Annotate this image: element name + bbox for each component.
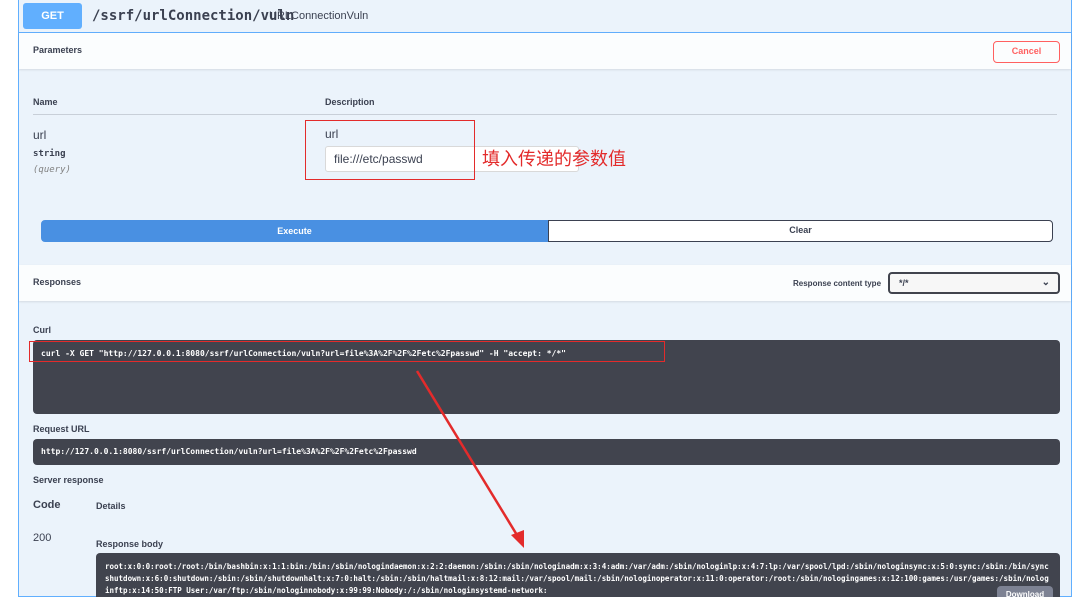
responses-title: Responses [33,277,82,287]
method-badge: GET [23,3,82,29]
download-button[interactable]: Download [997,586,1053,597]
cancel-button[interactable]: Cancel [993,41,1060,63]
response-content-type-select[interactable]: */* ⌄ [888,272,1060,294]
request-url-label: Request URL [33,424,90,434]
details-column-header: Details [96,501,126,511]
operation-summary-text: URLConnectionVuln [269,10,369,22]
response-content-type-label: Response content type [793,279,882,288]
content-type-value: */* [899,278,909,288]
code-column-header: Code [33,499,61,511]
chevron-down-icon: ⌄ [1041,277,1050,288]
response-body-label: Response body [96,539,164,549]
request-url-value: http://127.0.0.1:8080/ssrf/urlConnection… [41,447,417,456]
param-location: (query) [33,165,71,175]
response-body-text: root:x:0:0:root:/root:/bin/bashbin:x:1:1… [105,562,1049,595]
operation-summary[interactable]: GET /ssrf/urlConnection/vuln URLConnecti… [19,0,1071,33]
annotation-box-curl [29,341,665,362]
execute-button[interactable]: Execute [41,220,548,242]
annotation-box-param [305,120,475,180]
param-name: url [33,128,47,142]
request-url-block[interactable]: http://127.0.0.1:8080/ssrf/urlConnection… [33,439,1060,465]
col-name-header: Name [33,97,58,107]
parameters-divider [33,114,1057,115]
operation-block: GET /ssrf/urlConnection/vuln URLConnecti… [18,0,1072,597]
response-code: 200 [33,532,52,544]
operation-path: /ssrf/urlConnection/vuln [92,8,295,24]
param-type: string [33,149,66,159]
parameters-header: Parameters Cancel [19,33,1071,69]
annotation-text: 填入传递的参数值 [482,149,626,170]
col-description-header: Description [325,97,375,107]
parameters-title: Parameters [33,45,83,55]
responses-header: Responses Response content type */* ⌄ [19,265,1071,301]
server-response-label: Server response [33,475,104,485]
curl-label: Curl [33,325,51,335]
clear-button[interactable]: Clear [548,220,1053,242]
